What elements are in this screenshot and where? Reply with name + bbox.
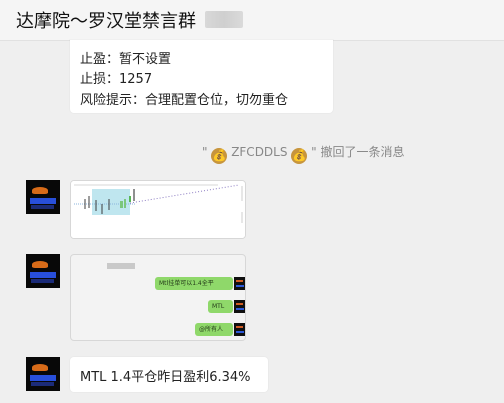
chart-image-message[interactable] xyxy=(70,180,246,239)
mini-avatar xyxy=(234,277,245,290)
take-profit-text: 止盈：暂不设置 xyxy=(80,52,172,67)
stop-loss-text: 止损：1257 xyxy=(80,72,153,87)
recall-close-quote: " xyxy=(311,145,317,159)
chat-header: 达摩院～罗汉堂禁言群 xyxy=(0,0,504,41)
chart-thumbnail xyxy=(71,181,245,238)
risk-warning-text: 风险提示：合理配置仓位，切勿重仓 xyxy=(80,93,289,108)
mini-avatar xyxy=(234,300,245,313)
money-bag-icon: 💰 xyxy=(211,148,228,164)
chat-screenshot-message[interactable]: Mtl挂单可以1.4全平 MTL @所有人 xyxy=(70,254,246,341)
group-avatar[interactable] xyxy=(26,254,60,288)
recall-notice: " 💰 ZFCDDLS 💰 " 撤回了一条消息 xyxy=(202,143,405,164)
group-avatar[interactable] xyxy=(26,357,60,391)
group-avatar[interactable] xyxy=(26,180,60,214)
mini-message-bubble: MTL xyxy=(208,300,233,313)
chat-title: 达摩院～罗汉堂禁言群 xyxy=(16,11,196,32)
recall-open-quote: " xyxy=(202,145,208,159)
recall-user-name: ZFCDDLS xyxy=(231,145,288,159)
mini-avatar xyxy=(234,323,245,336)
mini-message-bubble: @所有人 xyxy=(195,323,233,336)
trade-instruction-message[interactable]: 止盈：暂不设置 止损：1257 风险提示：合理配置仓位，切勿重仓 xyxy=(70,40,333,113)
money-bag-icon: 💰 xyxy=(291,148,308,164)
wechat-chat-window: 达摩院～罗汉堂禁言群 止盈：暂不设置 止损：1257 风险提示：合理配置仓位，切… xyxy=(0,0,504,403)
profit-message-text: MTL 1.4平仓昨日盈利6.34% xyxy=(80,370,251,385)
blurred-title-suffix xyxy=(205,11,243,28)
mini-message-bubble: Mtl挂单可以1.4全平 xyxy=(155,277,233,290)
mini-timestamp xyxy=(107,263,135,269)
recall-text: 撤回了一条消息 xyxy=(320,145,405,159)
profit-message[interactable]: MTL 1.4平仓昨日盈利6.34% xyxy=(70,357,268,392)
